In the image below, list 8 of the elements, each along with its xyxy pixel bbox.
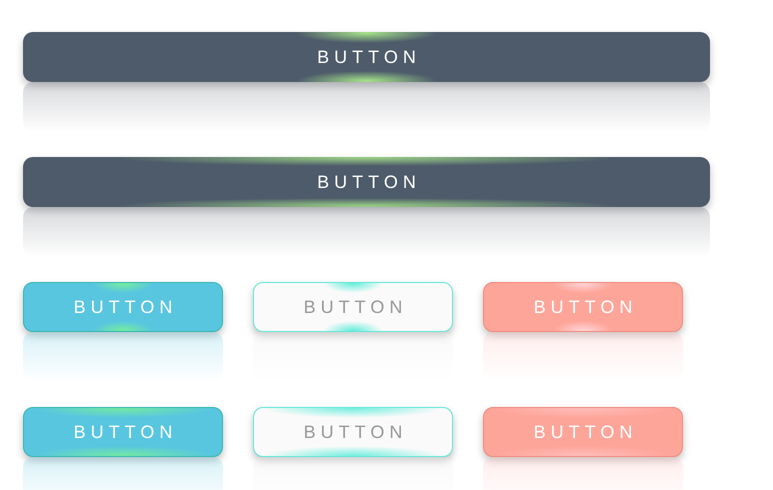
button[interactable]: BUTTON [253,282,453,332]
button[interactable]: BUTTON [483,282,683,332]
button[interactable]: BUTTON [23,282,223,332]
button[interactable]: BUTTON [23,407,223,457]
button[interactable]: BUTTON [23,32,710,82]
button[interactable]: BUTTON [253,407,453,457]
button[interactable]: BUTTON [483,407,683,457]
button[interactable]: BUTTON [23,157,710,207]
